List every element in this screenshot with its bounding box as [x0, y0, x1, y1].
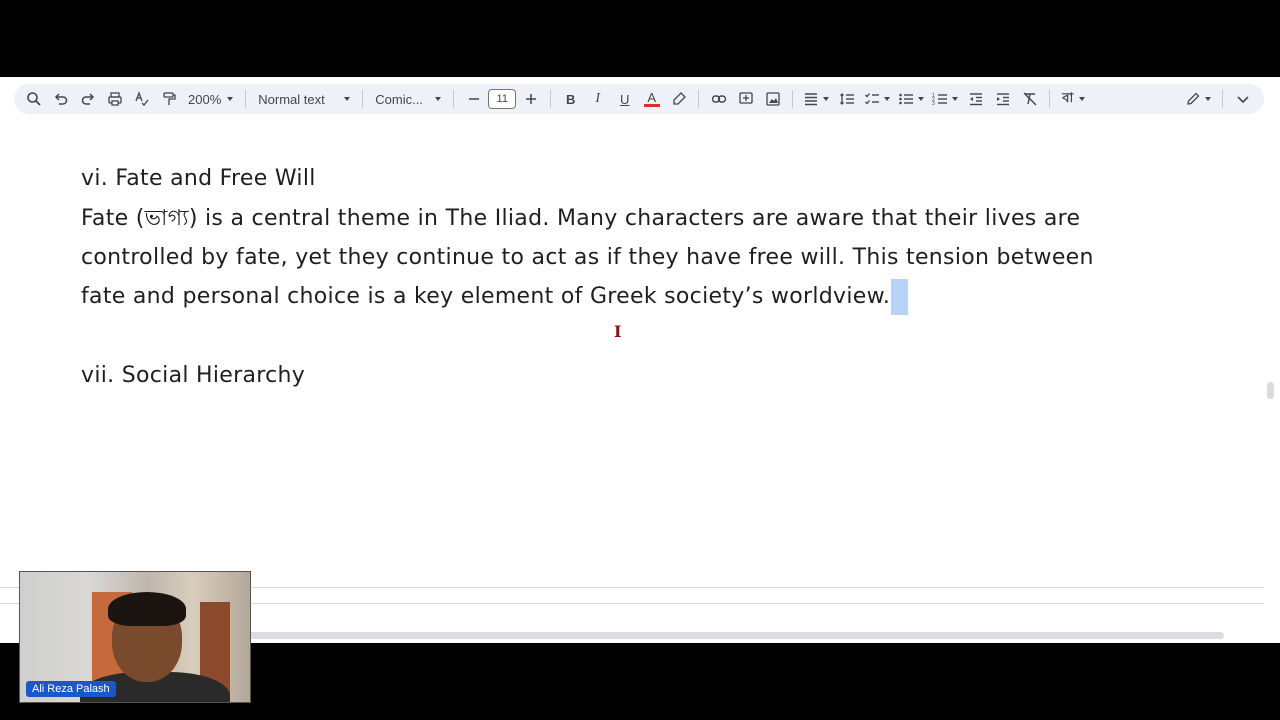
font-value: Comic...	[375, 91, 423, 107]
editing-mode-select[interactable]	[1180, 84, 1216, 114]
line-spacing-icon[interactable]	[833, 84, 860, 114]
toolbar-divider	[453, 90, 455, 108]
undo-icon[interactable]	[47, 84, 74, 114]
webcam-overlay: Ali Reza Palash	[19, 571, 251, 703]
heading-social-hierarchy: vii. Social Hierarchy	[81, 363, 306, 388]
print-icon[interactable]	[101, 84, 128, 114]
input-tools-select[interactable]: বা	[1056, 84, 1091, 114]
chevron-down-icon	[918, 97, 925, 101]
input-tool-value: বা	[1062, 89, 1074, 105]
italic-button[interactable]: I	[584, 84, 611, 114]
bulleted-list-select[interactable]	[894, 84, 928, 114]
insert-image-icon[interactable]	[759, 84, 786, 114]
underline-button[interactable]: U	[611, 84, 638, 114]
font-select[interactable]: Comic...	[369, 84, 447, 114]
chevron-down-icon	[884, 97, 891, 101]
highlight-color-icon[interactable]	[665, 84, 692, 114]
text-color-button[interactable]: A	[638, 84, 665, 114]
toolbar-divider	[1049, 90, 1051, 108]
increase-indent-icon[interactable]	[989, 84, 1016, 114]
formatting-toolbar: 200% Normal text Comic... 11 B I U A 1 2…	[14, 84, 1264, 114]
document-page[interactable]: vi. Fate and Free Will Fate (ভাগ্য) is a…	[0, 120, 1264, 587]
hide-menus-chevron-icon[interactable]	[1229, 84, 1256, 114]
insert-comment-icon[interactable]	[732, 84, 759, 114]
chevron-down-icon	[1205, 97, 1211, 101]
checklist-select[interactable]	[860, 84, 894, 114]
increase-font-size-icon[interactable]	[517, 84, 544, 114]
paint-format-icon[interactable]	[155, 84, 182, 114]
spellcheck-icon[interactable]	[128, 84, 155, 114]
numbered-list-select[interactable]: 123	[928, 84, 962, 114]
text-color-swatch	[643, 104, 660, 107]
search-menus-icon[interactable]	[20, 84, 47, 114]
text-color-letter: A	[647, 90, 657, 105]
vertical-scrollbar-thumb[interactable]	[1267, 382, 1274, 399]
toolbar-divider	[1222, 90, 1223, 108]
clear-formatting-icon[interactable]	[1016, 84, 1043, 114]
heading-fate-and-free-will: vi. Fate and Free Will	[81, 166, 316, 191]
toolbar-divider	[792, 90, 794, 108]
zoom-select[interactable]: 200%	[182, 84, 239, 114]
paragraph-style-select[interactable]: Normal text	[252, 84, 356, 114]
chevron-down-icon	[823, 97, 830, 101]
align-select[interactable]	[799, 84, 833, 114]
toolbar-divider	[362, 90, 364, 108]
paragraph-line-with-selection: fate and personal choice is a key elemen…	[81, 277, 909, 316]
text-selection-highlight	[891, 279, 909, 315]
chevron-down-icon	[344, 97, 351, 101]
font-size-value: 11	[488, 89, 517, 109]
toolbar-divider	[698, 90, 700, 108]
chevron-down-icon	[952, 97, 959, 101]
redo-icon[interactable]	[74, 84, 101, 114]
paragraph-line: Fate (ভাগ্য) is a central theme in The I…	[81, 206, 1081, 231]
zoom-value: 200%	[188, 91, 222, 107]
toolbar-divider	[245, 90, 247, 108]
presenter-name-badge: Ali Reza Palash	[26, 681, 116, 697]
toolbar-divider	[550, 90, 552, 108]
font-size-input[interactable]: 11	[487, 84, 517, 114]
paragraph-style-value: Normal text	[258, 91, 325, 107]
svg-text:3: 3	[932, 101, 935, 107]
presenter-hair	[108, 592, 186, 626]
chevron-down-icon	[435, 97, 442, 101]
chevron-down-icon	[227, 97, 234, 101]
insert-link-icon[interactable]	[705, 84, 732, 114]
decrease-font-size-icon[interactable]	[460, 84, 487, 114]
docs-window: 200% Normal text Comic... 11 B I U A 1 2…	[0, 77, 1280, 643]
bold-button[interactable]: B	[557, 84, 584, 114]
text-cursor-icon: I	[614, 322, 622, 341]
paragraph-line: controlled by fate, yet they continue to…	[81, 245, 1094, 270]
chevron-down-icon	[1079, 97, 1086, 101]
paragraph-line: fate and personal choice is a key elemen…	[81, 284, 891, 309]
horizontal-scrollbar-thumb[interactable]	[240, 632, 1224, 639]
decrease-indent-icon[interactable]	[962, 84, 989, 114]
